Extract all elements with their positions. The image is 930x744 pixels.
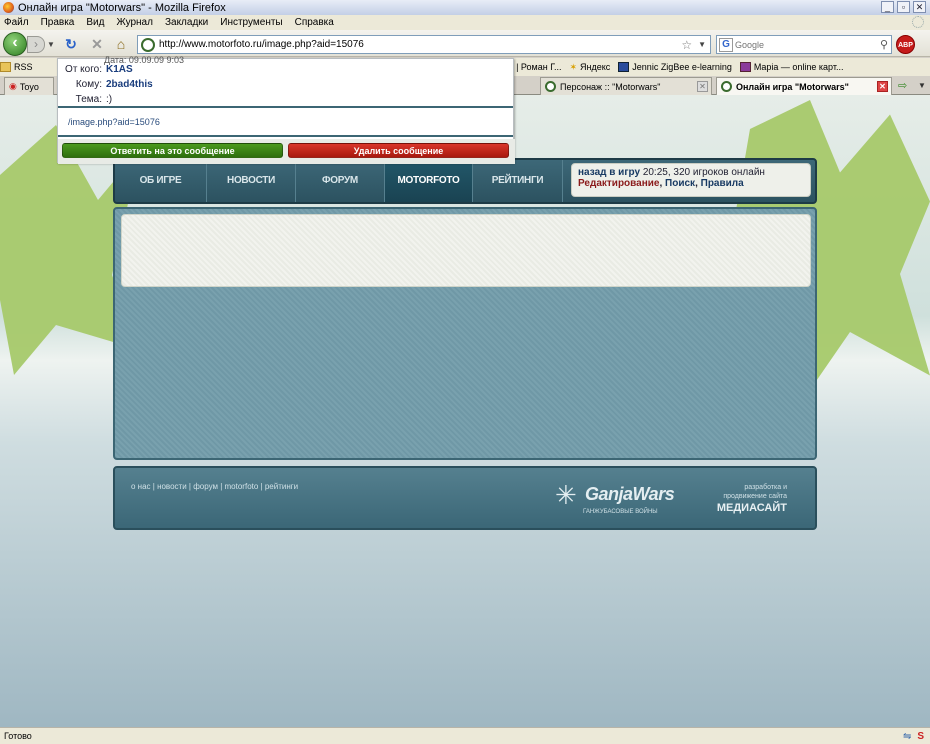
tab-personazh[interactable]: Персонаж :: "Motorwars" ✕ bbox=[540, 77, 712, 95]
site-favicon-icon bbox=[141, 37, 155, 52]
back-to-game-link[interactable]: назад в игру bbox=[578, 167, 640, 178]
edit-link[interactable]: Редактирование bbox=[578, 178, 659, 189]
history-dropdown-icon[interactable]: ▼ bbox=[47, 40, 55, 49]
footer-links[interactable]: о нас | новости | форум | motorfoto | ре… bbox=[131, 482, 298, 491]
online-status: 20:25, 320 игроков онлайн bbox=[642, 167, 765, 178]
bookmark-star-icon[interactable]: ☆ bbox=[681, 38, 692, 52]
address-bar[interactable]: http://www.motorfoto.ru/image.php?aid=15… bbox=[137, 35, 711, 54]
reply-button[interactable]: Ответить на это сообщение bbox=[62, 143, 283, 158]
nav-about-game[interactable]: ОБ ИГРЕ bbox=[115, 160, 207, 202]
tab-close-icon[interactable]: ✕ bbox=[697, 81, 708, 92]
adblock-button[interactable]: ABP bbox=[896, 35, 915, 54]
to-value[interactable]: 2bad4this bbox=[106, 79, 153, 90]
menu-help[interactable]: Справка bbox=[295, 17, 334, 28]
close-button[interactable]: ✕ bbox=[913, 1, 926, 13]
tab-favicon-icon bbox=[721, 81, 732, 92]
tab-list-icon[interactable]: ▼ bbox=[918, 81, 926, 90]
url-dropdown-icon[interactable]: ▼ bbox=[698, 40, 706, 49]
reload-icon[interactable]: ↻ bbox=[63, 36, 79, 52]
nav-motorfoto[interactable]: MOTORFOTO bbox=[385, 160, 473, 202]
title-bar: Онлайн игра "Motorwars" - Mozilla Firefo… bbox=[0, 0, 930, 15]
bookmark-item[interactable]: Jennic ZigBee e-learning bbox=[618, 62, 732, 72]
cannabis-leaf-icon: ✳ bbox=[555, 480, 577, 510]
main-panel bbox=[113, 207, 817, 460]
menu-file[interactable]: Файл bbox=[4, 17, 29, 28]
menu-view[interactable]: Вид bbox=[86, 17, 104, 28]
yandex-icon: ✶ bbox=[569, 61, 578, 72]
bookmark-item[interactable]: Mapia — online карт... bbox=[739, 62, 843, 72]
subject-row: Тема: :) bbox=[58, 92, 513, 107]
bookmark-item[interactable]: RSS bbox=[0, 62, 33, 72]
search-icon[interactable]: ⚲ bbox=[880, 38, 888, 51]
tab-favicon-icon: ◉ bbox=[9, 81, 17, 91]
divider bbox=[58, 135, 513, 137]
message-popup: Дата: 09.09.09 9:03 От кого: K1AS Кому: … bbox=[57, 55, 515, 164]
stop-icon[interactable]: ✕ bbox=[89, 36, 105, 52]
game-info-panel: назад в игру 20:25, 320 игроков онлайн Р… bbox=[571, 163, 811, 197]
bookmark-item[interactable]: ✶ Яндекс bbox=[569, 62, 610, 73]
menu-history[interactable]: Журнал bbox=[116, 17, 153, 28]
url-text[interactable]: http://www.motorfoto.ru/image.php?aid=15… bbox=[159, 39, 681, 50]
addon-icon[interactable]: ⇋ bbox=[903, 731, 911, 742]
from-row: От кого: K1AS bbox=[58, 62, 513, 77]
from-value[interactable]: K1AS bbox=[106, 64, 133, 75]
divider bbox=[58, 106, 513, 108]
subject-value: :) bbox=[106, 94, 113, 105]
status-bar: Готово ⇋ S bbox=[0, 727, 930, 744]
search-input[interactable] bbox=[735, 39, 865, 50]
throbber-icon bbox=[912, 16, 924, 28]
minimize-button[interactable]: _ bbox=[881, 1, 894, 13]
new-tab-icon[interactable]: ⇨ bbox=[898, 79, 907, 92]
site-navigation: ОБ ИГРЕ НОВОСТИ ФОРУМ MOTORFOTO РЕЙТИНГИ… bbox=[113, 158, 817, 204]
folder-icon bbox=[0, 62, 11, 72]
developer-credit: разработка и продвижение сайта bbox=[723, 484, 787, 500]
page-content: ОБ ИГРЕ НОВОСТИ ФОРУМ MOTORFOTO РЕЙТИНГИ… bbox=[0, 95, 930, 727]
delete-button[interactable]: Удалить сообщение bbox=[288, 143, 509, 158]
mediasite-logo[interactable]: МЕДИАСАЙТ bbox=[717, 502, 787, 514]
back-button[interactable]: ‹ bbox=[3, 32, 27, 56]
skype-icon[interactable]: S bbox=[917, 731, 924, 742]
content-box bbox=[121, 214, 811, 287]
nav-forum[interactable]: ФОРУМ bbox=[296, 160, 385, 202]
home-icon[interactable]: ⌂ bbox=[113, 36, 129, 52]
status-text: Готово bbox=[4, 731, 32, 741]
firefox-icon bbox=[3, 2, 14, 13]
status-icons: ⇋ S bbox=[903, 731, 924, 742]
window-title: Онлайн игра "Motorwars" - Mozilla Firefo… bbox=[18, 1, 226, 14]
google-engine-icon[interactable]: G bbox=[719, 37, 733, 52]
nav-news[interactable]: НОВОСТИ bbox=[207, 160, 296, 202]
rules-link[interactable]: Правила bbox=[701, 178, 744, 189]
tab-online-game[interactable]: Онлайн игра "Motorwars" ✕ bbox=[716, 77, 892, 95]
window-controls: _ ▫ ✕ bbox=[881, 1, 926, 13]
search-link[interactable]: Поиск bbox=[665, 178, 695, 189]
forward-button[interactable]: › bbox=[27, 36, 45, 53]
site-footer: о нас | новости | форум | motorfoto | ре… bbox=[113, 466, 817, 530]
ganjawars-logo[interactable]: GanjaWars bbox=[585, 484, 675, 505]
nav-ratings[interactable]: РЕЙТИНГИ bbox=[473, 160, 563, 202]
message-body: /image.php?aid=15076 bbox=[68, 117, 160, 127]
tab-toyo[interactable]: ◉ Toyo bbox=[4, 77, 54, 95]
mapia-icon bbox=[739, 62, 751, 72]
subject-label: Тема: bbox=[75, 94, 102, 105]
menu-edit[interactable]: Правка bbox=[41, 17, 75, 28]
tab-favicon-icon bbox=[545, 81, 556, 92]
jennic-icon bbox=[618, 62, 630, 72]
to-label: Кому: bbox=[75, 79, 102, 90]
navigation-toolbar: ‹ › ▼ ↻ ✕ ⌂ http://www.motorfoto.ru/imag… bbox=[0, 30, 930, 57]
popup-actions: Ответить на это сообщение Удалить сообще… bbox=[58, 139, 515, 164]
browser-window: Онлайн игра "Motorwars" - Mozilla Firefo… bbox=[0, 0, 930, 744]
to-row: Кому: 2bad4this bbox=[58, 77, 513, 92]
logo-subtitle: ГАНЖУБАСОВЫЕ ВОЙНЫ bbox=[583, 509, 658, 515]
menu-bookmarks[interactable]: Закладки bbox=[165, 17, 208, 28]
maximize-button[interactable]: ▫ bbox=[897, 1, 910, 13]
from-label: От кого: bbox=[65, 64, 102, 75]
tab-close-icon[interactable]: ✕ bbox=[877, 81, 888, 92]
menu-bar: Файл Правка Вид Журнал Закладки Инструме… bbox=[0, 15, 930, 30]
menu-tools[interactable]: Инструменты bbox=[220, 17, 282, 28]
search-box[interactable]: G ⚲ bbox=[716, 35, 892, 54]
